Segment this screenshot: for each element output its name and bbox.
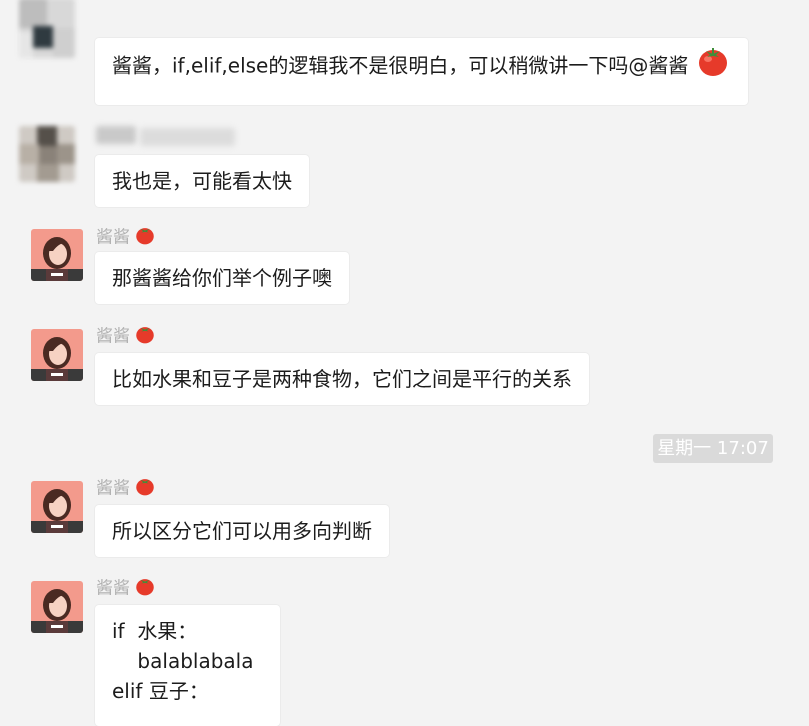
- message-text: 我也是，可能看太快: [112, 169, 292, 193]
- tomato-emoji-icon: [135, 576, 155, 601]
- message-text: 比如水果和豆子是两种食物，它们之间是平行的关系: [112, 367, 572, 391]
- tomato-emoji-icon: [135, 476, 155, 501]
- sender-name: 酱酱: [96, 476, 155, 501]
- message-bubble[interactable]: 我也是，可能看太快: [95, 155, 309, 207]
- message-bubble[interactable]: if 水果： balablabala elif 豆子：: [95, 605, 280, 726]
- message-bubble[interactable]: 酱酱，if,elif,else的逻辑我不是很明白，可以稍微讲一下吗@酱酱: [95, 38, 748, 105]
- code-line: if 水果：: [112, 619, 198, 643]
- timestamp: 星期一 17:07: [653, 434, 773, 463]
- tomato-emoji-icon: [135, 324, 155, 349]
- code-line: balablabala: [112, 649, 254, 673]
- sender-name: 酱酱: [96, 576, 155, 601]
- tomato-emoji-icon: [697, 45, 729, 85]
- avatar[interactable]: [31, 229, 83, 281]
- message-text: 酱酱，if,elif,else的逻辑我不是很明白，可以稍微讲一下吗@酱酱: [112, 53, 689, 78]
- avatar[interactable]: [31, 481, 83, 533]
- message-text: 所以区分它们可以用多向判断: [112, 519, 372, 543]
- sender-name: 酱酱: [96, 324, 155, 349]
- tomato-emoji-icon: [135, 225, 155, 250]
- message-text: 那酱酱给你们举个例子噢: [112, 266, 332, 290]
- avatar[interactable]: [19, 0, 75, 58]
- message-bubble[interactable]: 那酱酱给你们举个例子噢: [95, 252, 349, 304]
- avatar[interactable]: [19, 126, 75, 182]
- message-bubble[interactable]: 所以区分它们可以用多向判断: [95, 505, 389, 557]
- sender-name: 酱酱: [96, 225, 155, 250]
- avatar[interactable]: [31, 581, 83, 633]
- message-bubble[interactable]: 比如水果和豆子是两种食物，它们之间是平行的关系: [95, 353, 589, 405]
- avatar[interactable]: [31, 329, 83, 381]
